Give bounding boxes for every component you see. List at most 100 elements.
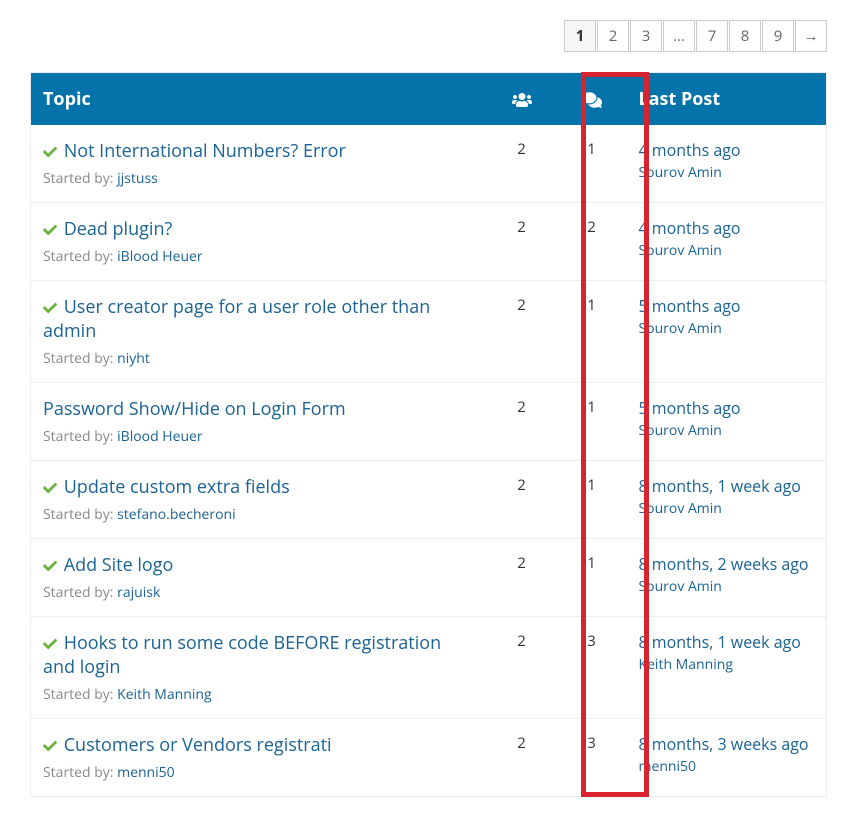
last-post-author[interactable]: Sourov Amin [639,499,815,518]
topic-title: Dead plugin? [43,217,475,241]
author-link[interactable]: menni50 [117,763,175,782]
replies-count: 1 [557,461,627,539]
check-icon [43,553,57,577]
last-post-time[interactable]: 8 months, 3 weeks ago [639,733,815,755]
started-by: Started by: jjstuss [43,169,475,188]
started-by: Started by: niyht [43,349,475,368]
last-post-author[interactable]: Sourov Amin [639,241,815,260]
author-link[interactable]: iBlood Heuer [117,427,203,446]
check-icon [43,733,57,757]
started-by: Started by: iBlood Heuer [43,247,475,266]
check-icon [43,631,57,655]
replies-count: 1 [557,281,627,383]
author-link[interactable]: jjstuss [117,169,158,188]
voices-count: 2 [487,125,557,203]
table-row: Add Site logo Started by: rajuisk 21 8 mont… [31,539,827,617]
last-post-time[interactable]: 5 months ago [639,397,815,419]
topic-link[interactable]: Customers or Vendors registrati [64,733,332,757]
started-by: Started by: Keith Manning [43,685,475,704]
last-post-time[interactable]: 4 months ago [639,217,815,239]
started-by-label: Started by: [43,427,117,446]
started-by: Started by: menni50 [43,763,475,782]
table-row: Password Show/Hide on Login Form Started … [31,383,827,461]
last-post-cell: 8 months, 1 week ago Keith Manning [627,617,827,719]
check-icon [43,217,57,241]
topic-cell: Password Show/Hide on Login Form Started … [31,383,487,461]
started-by-label: Started by: [43,247,117,266]
pagination-page-9[interactable]: 9 [762,20,794,52]
topic-link[interactable]: Password Show/Hide on Login Form [43,397,346,421]
last-post-time[interactable]: 5 months ago [639,295,815,317]
last-post-author[interactable]: Keith Manning [639,655,815,674]
author-link[interactable]: rajuisk [117,583,160,602]
table-row: User creator page for a user role other … [31,281,827,383]
topic-cell: Dead plugin? Started by: iBlood Heuer [31,203,487,281]
last-post-author[interactable]: menni50 [639,757,815,776]
check-icon [43,295,57,319]
pagination-page-3[interactable]: 3 [630,20,662,52]
voices-count: 2 [487,281,557,383]
last-post-author[interactable]: Sourov Amin [639,577,815,596]
pagination-page-1: 1 [564,20,596,52]
last-post-cell: 8 months, 3 weeks ago menni50 [627,719,827,797]
last-post-author[interactable]: Sourov Amin [639,319,815,338]
started-by: Started by: stefano.becheroni [43,505,475,524]
table-row: Update custom extra fields Started by: st… [31,461,827,539]
topic-link[interactable]: Add Site logo [64,553,174,577]
topic-cell: Add Site logo Started by: rajuisk [31,539,487,617]
topic-title: Update custom extra fields [43,475,475,499]
last-post-cell: 5 months ago Sourov Amin [627,281,827,383]
pagination-page-7[interactable]: 7 [696,20,728,52]
forum-table: Topic Last Post Not International Number… [30,72,827,797]
replies-count: 3 [557,719,627,797]
topic-link[interactable]: Hooks to run some code BEFORE registrati… [43,631,441,679]
replies-count: 2 [557,203,627,281]
topic-cell: Update custom extra fields Started by: st… [31,461,487,539]
last-post-cell: 4 months ago Sourov Amin [627,203,827,281]
last-post-time[interactable]: 8 months, 1 week ago [639,475,815,497]
pagination-page-8[interactable]: 8 [729,20,761,52]
replies-count: 1 [557,539,627,617]
table-row: Dead plugin?Started by: iBlood Heuer224 … [31,203,827,281]
topic-cell: User creator page for a user role other … [31,281,487,383]
voices-count: 2 [487,719,557,797]
started-by-label: Started by: [43,505,117,524]
topic-link[interactable]: User creator page for a user role other … [43,295,430,343]
topic-title: User creator page for a user role other … [43,295,475,343]
author-link[interactable]: iBlood Heuer [117,247,203,266]
started-by-label: Started by: [43,763,117,782]
table-row: Not International Numbers? Error Started … [31,125,827,203]
topic-cell: Hooks to run some code BEFORE registrati… [31,617,487,719]
author-link[interactable]: stefano.becheroni [117,505,236,524]
users-icon [512,87,532,111]
topic-cell: Not International Numbers? Error Started … [31,125,487,203]
voices-count: 2 [487,539,557,617]
started-by: Started by: rajuisk [43,583,475,602]
topic-cell: Customers or Vendors registrati Started b… [31,719,487,797]
replies-count: 1 [557,383,627,461]
topic-link[interactable]: Dead plugin? [64,217,173,241]
started-by-label: Started by: [43,349,117,368]
author-link[interactable]: Keith Manning [117,685,211,704]
pagination-page-2[interactable]: 2 [597,20,629,52]
topic-link[interactable]: Not International Numbers? Error [64,139,346,163]
pagination: 123…789→ [30,20,827,52]
topic-title: Hooks to run some code BEFORE registrati… [43,631,475,679]
last-post-cell: 4 months ago Sourov Amin [627,125,827,203]
last-post-time[interactable]: 8 months, 1 week ago [639,631,815,653]
started-by-label: Started by: [43,169,117,188]
author-link[interactable]: niyht [117,349,150,368]
last-post-time[interactable]: 4 months ago [639,139,815,161]
pagination-next[interactable]: → [795,20,827,52]
pagination-ellipsis: … [663,20,695,52]
last-post-author[interactable]: Sourov Amin [639,163,815,182]
topic-title: Not International Numbers? Error [43,139,475,163]
topic-title: Add Site logo [43,553,475,577]
voices-count: 2 [487,203,557,281]
replies-count: 3 [557,617,627,719]
comments-icon [582,87,602,111]
last-post-author[interactable]: Sourov Amin [639,421,815,440]
table-row: Customers or Vendors registrati Started b… [31,719,827,797]
last-post-time[interactable]: 8 months, 2 weeks ago [639,553,815,575]
topic-link[interactable]: Update custom extra fields [64,475,290,499]
